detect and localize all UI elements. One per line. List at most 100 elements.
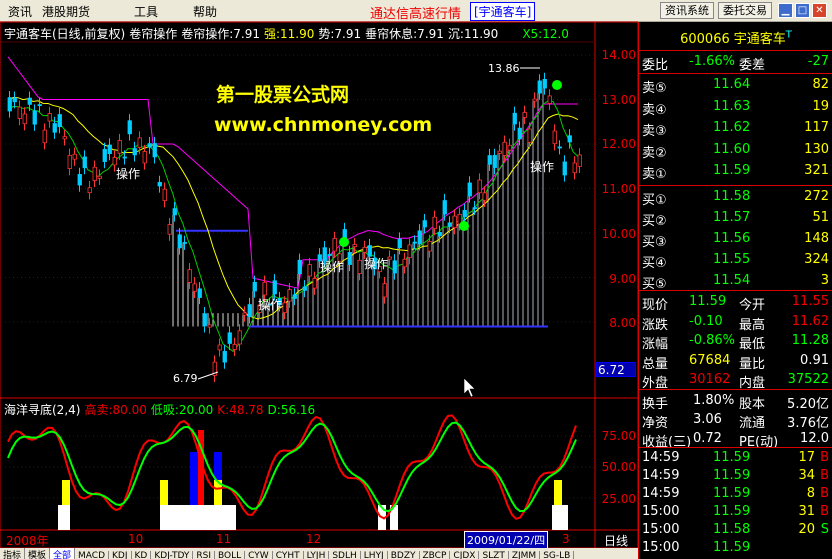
candle-body: [387, 256, 392, 260]
stat-label: 涨跌: [642, 317, 669, 333]
ask-label: 卖⑤: [642, 81, 667, 96]
mouse-cursor-icon: [463, 377, 476, 398]
candle-body: [252, 281, 257, 292]
y-tick: 10.00: [601, 227, 636, 241]
diff-value: -27: [807, 54, 829, 69]
indicator-tab[interactable]: ZBCP: [420, 551, 451, 559]
stat-value: 11.55: [791, 294, 829, 309]
candle-body: [52, 123, 57, 133]
indicator-tab[interactable]: KDJ: [109, 551, 132, 559]
indicator-tab[interactable]: 指标: [0, 548, 26, 559]
y-tick: 12.00: [601, 137, 636, 151]
candle-body: [552, 130, 557, 145]
indicator-tab[interactable]: LYJH: [304, 551, 330, 559]
news-system-button[interactable]: 资讯系统: [660, 2, 714, 19]
indicator-tab[interactable]: SDLH: [329, 551, 361, 559]
sub-y-tick: 75.00: [601, 429, 636, 443]
indicator-tab[interactable]: CYW: [245, 551, 273, 559]
subchart-name[interactable]: 海洋寻底(2,4): [4, 403, 80, 417]
indicator-value: 卷帘操作:7.91: [181, 27, 260, 41]
candle-body: [427, 240, 432, 252]
buy-level: 低吸:20.00: [150, 403, 214, 417]
indicator-tab[interactable]: KDJ-TDY: [151, 551, 194, 559]
signal-dot: [459, 221, 469, 231]
sub-bar: [62, 480, 70, 505]
indicator-tab[interactable]: BOLL: [215, 551, 246, 559]
candle-body: [182, 242, 187, 244]
candle-body: [47, 113, 52, 122]
tick-side: S: [820, 522, 829, 537]
bid-volume: 51: [812, 210, 829, 225]
stat-value: 11.28: [791, 333, 829, 348]
ma-tag: X5:12.0: [522, 27, 569, 41]
close-button[interactable]: ✕: [812, 3, 827, 18]
indicator-tab[interactable]: 模板: [25, 548, 51, 559]
maximize-button[interactable]: □: [795, 3, 810, 18]
period-label[interactable]: 日线: [604, 532, 628, 549]
candle-body: [442, 200, 447, 215]
candle-body: [197, 288, 202, 298]
indicator-tab[interactable]: ZJMM: [509, 551, 541, 559]
candle-body: [32, 110, 37, 125]
quote-header: 600066 宇通客车T: [639, 28, 832, 47]
sub-bar: [160, 480, 168, 505]
y-tick: 14.00: [601, 48, 636, 62]
candle-body: [347, 252, 352, 265]
indicator-tab[interactable]: SG-LB: [540, 551, 575, 559]
tick-time: 15:00: [642, 504, 680, 519]
candle-body: [342, 229, 347, 239]
indicator-tab[interactable]: CYHT: [273, 551, 304, 559]
indicator-tab[interactable]: CJDX: [450, 551, 480, 559]
candle-body: [472, 207, 477, 210]
indicator-tab[interactable]: BDZY: [388, 551, 420, 559]
separator: [639, 290, 832, 291]
candle-body: [137, 137, 142, 148]
stat-row: 涨跌 -0.10 最高 11.62: [639, 312, 832, 333]
tick-side: B: [820, 504, 829, 519]
tick-price: 11.59: [713, 468, 751, 483]
candle-body: [147, 143, 152, 148]
candle-body: [82, 156, 87, 168]
indicator-tab[interactable]: KD: [132, 551, 152, 559]
candle-body: [262, 281, 267, 296]
ask-price: 11.62: [713, 120, 751, 135]
candle-body: [362, 246, 367, 253]
indicator-tab[interactable]: SLZT: [479, 551, 509, 559]
candle-body: [127, 120, 132, 135]
trade-button[interactable]: 委托交易: [718, 2, 772, 19]
op-label: 操作: [364, 257, 389, 271]
strong-value: 强:11.90: [263, 27, 315, 41]
candle-body: [407, 244, 412, 259]
ask-row: 卖① 11.59 321: [639, 161, 832, 182]
stock-name: 宇通客车: [733, 32, 786, 47]
stat-value: 0.91: [800, 352, 829, 368]
candle-body: [557, 146, 562, 149]
indicator-tab[interactable]: 全部: [50, 548, 76, 559]
op-label: 操作: [320, 260, 345, 274]
candle-body: [172, 208, 177, 216]
candle-body: [452, 215, 457, 228]
sub-bars: [58, 430, 568, 530]
candle-body: [42, 129, 47, 144]
candle-body: [397, 238, 402, 249]
x-label: 2008年: [6, 534, 49, 548]
candle-body: [17, 106, 22, 119]
candle-body: [462, 209, 467, 218]
candle-body: [102, 149, 107, 162]
candle-body: [87, 187, 92, 194]
candle-body: [292, 294, 297, 299]
tick-price: 11.58: [713, 522, 751, 537]
minimize-button[interactable]: ▁: [778, 3, 793, 18]
ask-volume: 19: [812, 98, 829, 114]
k-value: K:48.78: [217, 403, 264, 417]
cursor-date: 2009/01/22/四: [464, 531, 549, 549]
tick-side: B: [820, 486, 829, 501]
candle-body: [237, 330, 242, 345]
indicator-tab[interactable]: RSI: [193, 551, 216, 559]
indicator-tab[interactable]: LHYJ: [361, 551, 388, 559]
candle-body: [567, 135, 572, 143]
quote-panel: 600066 宇通客车T 委比 -1.66% 委差 -27 卖⑤ 11.64 82 卖④…: [638, 22, 832, 559]
indicator-tab[interactable]: MACD: [75, 551, 110, 559]
bid-row: 买⑤ 11.54 3: [639, 271, 832, 292]
stat-row: 外盘 30162 内盘 37522: [639, 370, 832, 391]
